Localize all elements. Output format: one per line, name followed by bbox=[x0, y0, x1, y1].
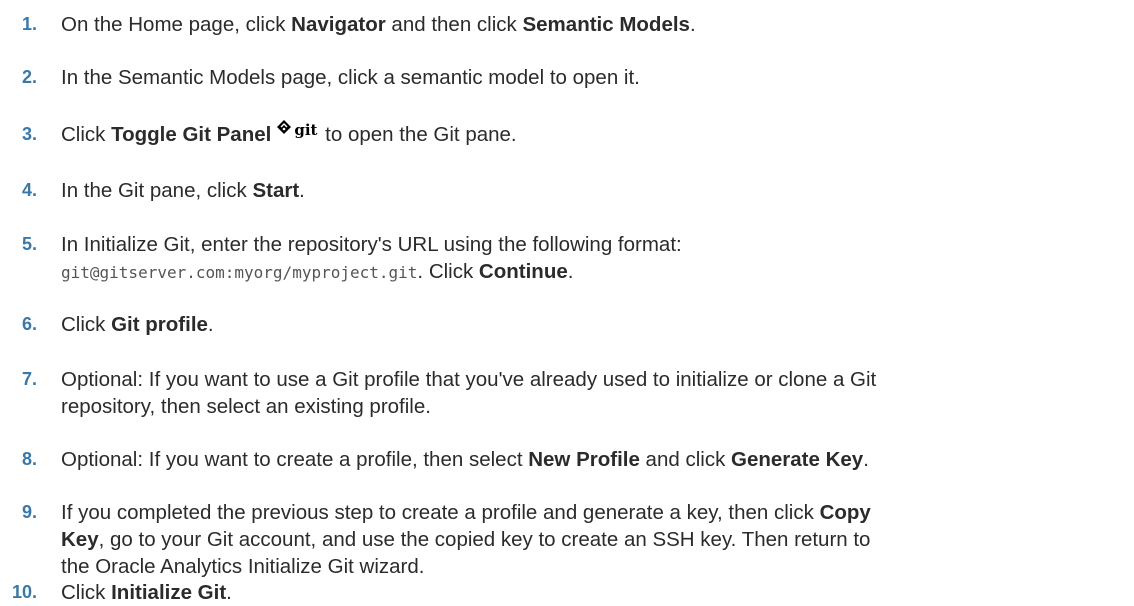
step-number: 4. bbox=[22, 180, 38, 200]
step-text: In the Git pane, click Start. bbox=[61, 179, 305, 202]
ui-term-copy-key-cont: Key bbox=[61, 528, 99, 551]
step-text: Click Toggle Git Panel git to open the Gi… bbox=[61, 120, 1121, 150]
step-number: 8. bbox=[22, 449, 38, 469]
step-number: 5. bbox=[22, 234, 38, 254]
step-text: Optional: If you want to create a profil… bbox=[61, 448, 869, 471]
step-text: In the Semantic Models page, click a sem… bbox=[61, 66, 640, 89]
step-number: 1. bbox=[22, 14, 38, 34]
step-text: In Initialize Git, enter the repository'… bbox=[61, 233, 682, 283]
repository-url-format: git@gitserver.com:myorg/myproject.git bbox=[61, 263, 418, 282]
step-number: 7. bbox=[22, 369, 38, 389]
ui-term-start: Start bbox=[252, 179, 300, 202]
ui-term-git-profile: Git profile bbox=[111, 313, 208, 336]
step-text: Optional: If you want to use a Git profi… bbox=[61, 368, 877, 418]
step-text: Click Initialize Git. bbox=[61, 581, 232, 604]
ui-term-new-profile: New Profile bbox=[528, 448, 640, 471]
step-number: 6. bbox=[22, 314, 38, 334]
ui-term-navigator: Navigator bbox=[291, 13, 386, 36]
step-number: 2. bbox=[22, 67, 38, 87]
ui-term-toggle-git-panel: Toggle Git Panel bbox=[111, 123, 272, 146]
step-text: Click Git profile. bbox=[61, 313, 214, 336]
git-toggle-icon: git bbox=[275, 115, 317, 144]
ui-term-semantic-models: Semantic Models bbox=[522, 13, 690, 36]
ui-term-copy-key: Copy bbox=[819, 501, 871, 524]
step-number: 3. bbox=[22, 124, 38, 144]
step-text: If you completed the previous step to cr… bbox=[61, 501, 871, 578]
ui-term-initialize-git: Initialize Git bbox=[111, 581, 227, 604]
step-text: On the Home page, click Navigator and th… bbox=[61, 13, 696, 36]
ui-term-continue: Continue bbox=[478, 260, 568, 283]
step-number: 9. bbox=[22, 502, 38, 522]
step-number: 10. bbox=[12, 582, 38, 602]
ui-term-generate-key: Generate Key bbox=[731, 448, 864, 471]
